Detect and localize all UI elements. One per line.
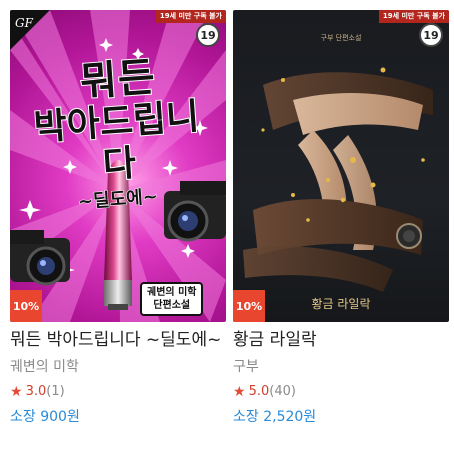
book-rating: ★ 5.0 (40) <box>233 383 449 401</box>
cover-author-badge: 궤변의 미학 단편소설 <box>140 282 204 316</box>
age-19-badge: 19 <box>419 23 443 47</box>
cover-illustration <box>243 67 433 292</box>
book-card[interactable]: 뭐든 박아드립니다 ~딜도에~ 궤변의 미학 단편소설 GF 19세 미만 구독… <box>10 10 226 427</box>
rating-value: 5.0 <box>248 384 270 399</box>
age-restriction-notice: 19세 미만 구독 불가 <box>378 10 449 23</box>
rating-count: (1) <box>46 384 65 399</box>
book-title[interactable]: 뭐든 박아드립니다 ~딜도에~ <box>10 328 226 352</box>
book-price: 소장 2,520원 <box>233 407 449 427</box>
book-title[interactable]: 황금 라일락 <box>233 328 449 352</box>
age-restriction-notice: 19세 미만 구독 불가 <box>155 10 226 23</box>
price-value: 2,520원 <box>263 409 317 425</box>
price-value: 900원 <box>40 409 80 425</box>
star-icon: ★ <box>233 384 246 400</box>
cover-badge-author: 궤변의 미학 <box>147 287 197 298</box>
rating-count: (40) <box>269 384 296 399</box>
book-rating: ★ 3.0 (1) <box>10 383 226 401</box>
cover-series: 구부 단편소설 <box>320 34 362 42</box>
book-cover[interactable]: 뭐든 박아드립니다 ~딜도에~ 궤변의 미학 단편소설 GF 19세 미만 구독… <box>10 10 226 322</box>
rating-value: 3.0 <box>25 384 47 399</box>
cover-title-art: 뭐든 박아드립니다 ~딜도에~ <box>22 53 214 213</box>
publisher-logo-text: GF <box>15 16 34 30</box>
age-19-badge: 19 <box>196 23 220 47</box>
book-card[interactable]: 구부 단편소설 황금 라일락 19세 미만 구독 불가 19 10% 황금 라일… <box>233 10 449 427</box>
discount-badge: 10% <box>233 290 265 322</box>
book-author[interactable]: 궤변의 미학 <box>10 357 226 377</box>
publisher-logo-icon: GF <box>10 10 50 50</box>
price-label: 소장 <box>233 409 259 425</box>
price-label: 소장 <box>10 409 36 425</box>
book-author[interactable]: 구부 <box>233 357 449 377</box>
cover-title-line: 박아드립니다 <box>31 95 201 187</box>
cover-title: 황금 라일락 <box>311 297 371 311</box>
star-icon: ★ <box>10 384 23 400</box>
book-grid: 뭐든 박아드립니다 ~딜도에~ 궤변의 미학 단편소설 GF 19세 미만 구독… <box>0 0 454 475</box>
book-cover[interactable]: 구부 단편소설 황금 라일락 19세 미만 구독 불가 19 10% <box>233 10 449 322</box>
cover-badge-genre: 단편소설 <box>153 300 191 311</box>
discount-badge: 10% <box>10 290 42 322</box>
book-price: 소장 900원 <box>10 407 226 427</box>
